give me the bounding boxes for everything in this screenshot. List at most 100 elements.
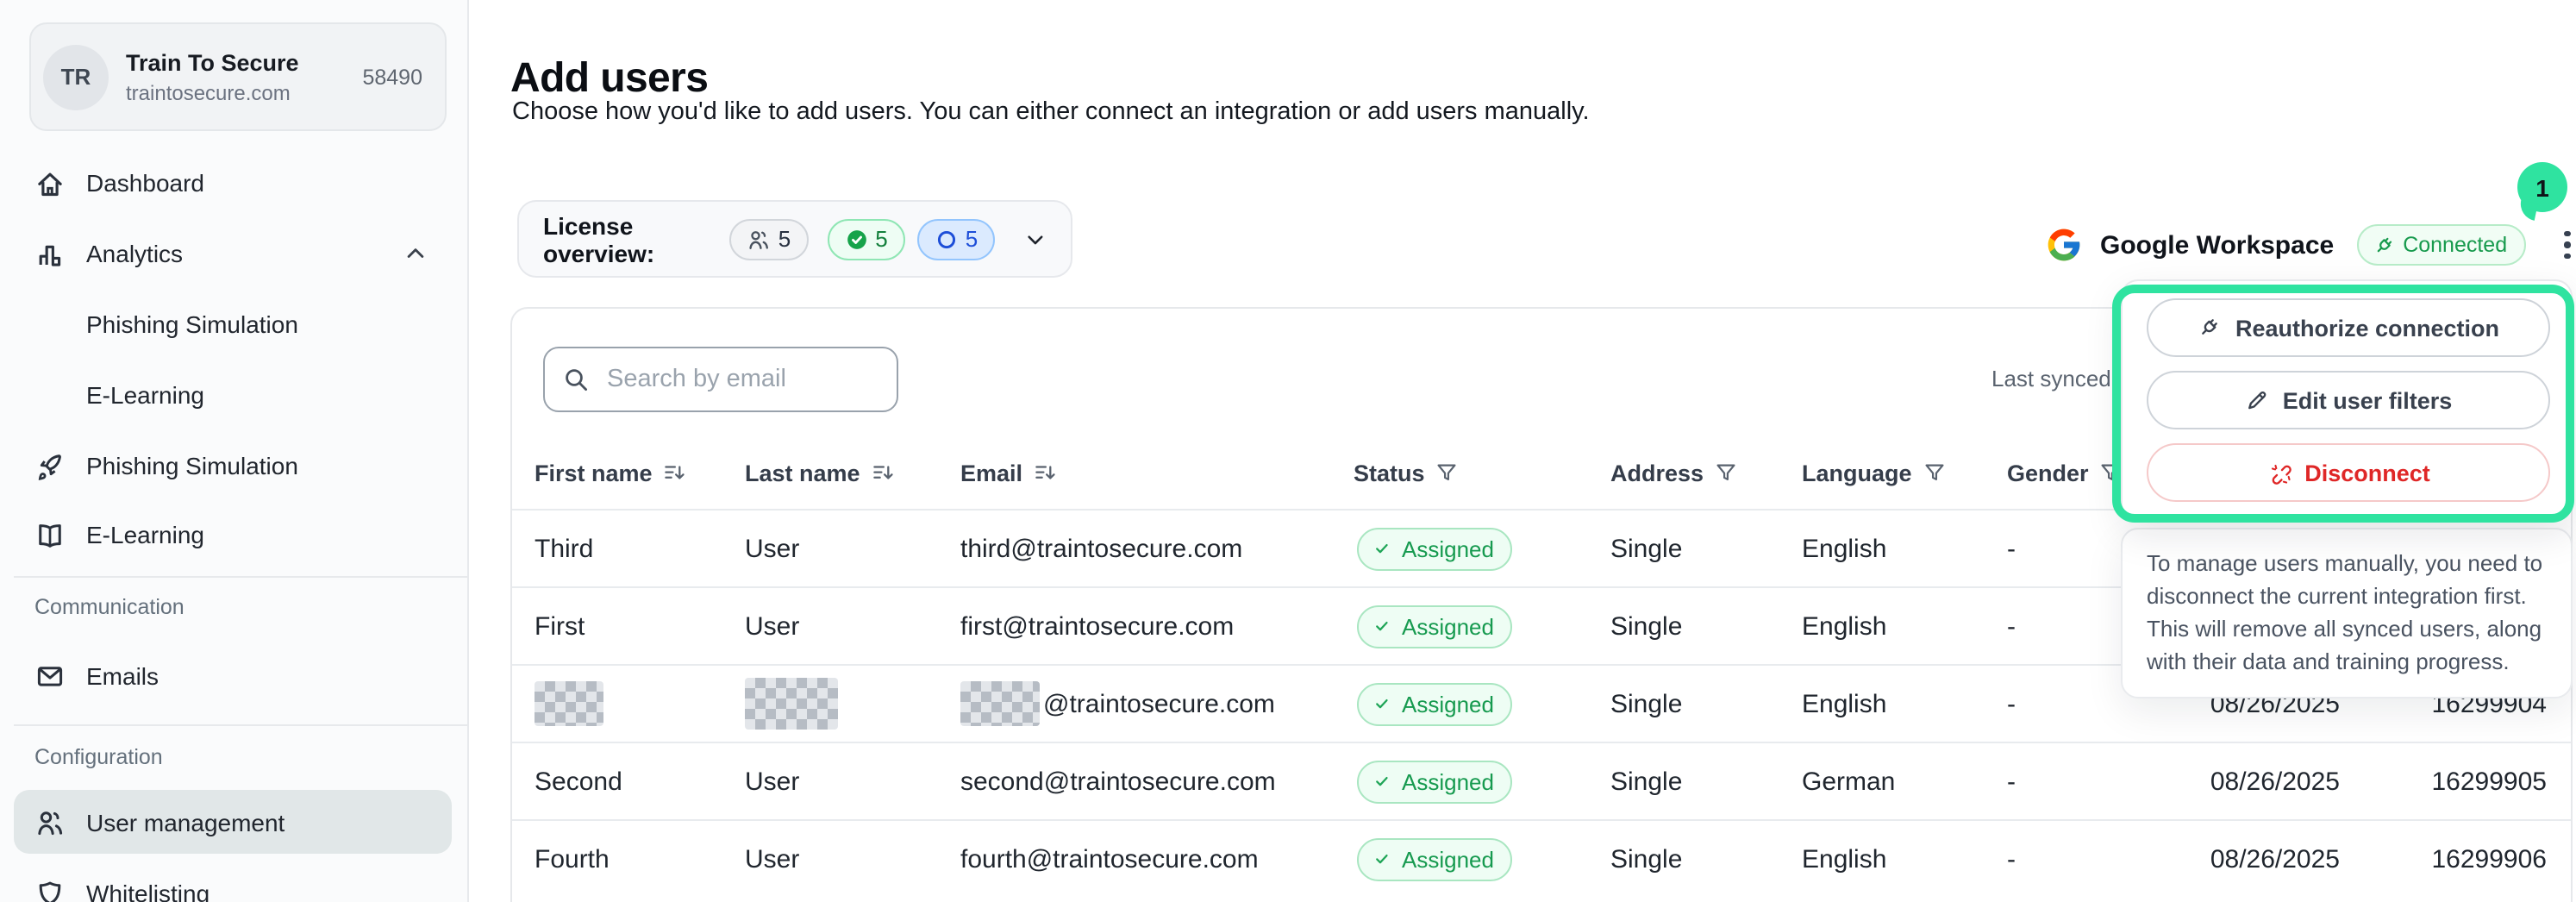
cell-status: Assigned bbox=[1357, 511, 1513, 586]
cell-first-name bbox=[535, 666, 603, 742]
google-logo-icon bbox=[2045, 226, 2083, 264]
column-header-last-name[interactable]: Last name bbox=[745, 440, 895, 505]
workspace-switcher[interactable]: TR Train To Secure traintosecure.com 584… bbox=[29, 22, 447, 131]
sidebar-item-analytics-phishing-simulation[interactable]: Phishing Simulation bbox=[14, 293, 452, 355]
cell-email: third@traintosecure.com bbox=[960, 511, 1242, 586]
cell-user-id: 16299906 bbox=[2340, 821, 2547, 897]
cell-first-name: Second bbox=[535, 743, 622, 819]
cell-gender: - bbox=[2007, 588, 2016, 664]
app-window: TR Train To Secure traintosecure.com 584… bbox=[0, 0, 2576, 902]
sidebar-item-dashboard[interactable]: Dashboard bbox=[14, 152, 452, 214]
sidebar-item-label: Analytics bbox=[86, 240, 183, 267]
column-header-language[interactable]: Language bbox=[1802, 440, 1947, 505]
check-icon bbox=[1372, 771, 1393, 792]
table-row[interactable]: Second User second@traintosecure.com Ass… bbox=[512, 742, 2571, 819]
sidebar-item-label: Dashboard bbox=[86, 169, 204, 197]
cell-first-name: Fourth bbox=[535, 821, 610, 897]
sidebar-item-whitelisting[interactable]: Whitelisting bbox=[14, 862, 452, 902]
cell-address: Single bbox=[1610, 588, 1682, 664]
filter-icon[interactable] bbox=[1435, 460, 1460, 485]
table-row[interactable]: Fourth User fourth@traintosecure.com Ass… bbox=[512, 819, 2571, 897]
sidebar-item-emails[interactable]: Emails bbox=[14, 645, 452, 707]
sort-icon[interactable] bbox=[871, 460, 895, 485]
sidebar: TR Train To Secure traintosecure.com 584… bbox=[0, 0, 469, 902]
status-badge: Assigned bbox=[1357, 760, 1513, 803]
cell-address: Single bbox=[1610, 743, 1682, 819]
license-active-badge: 5 bbox=[827, 218, 904, 260]
disconnect-button[interactable]: Disconnect bbox=[2147, 443, 2550, 502]
workspace-info: Train To Secure traintosecure.com bbox=[126, 49, 345, 104]
cell-address: Single bbox=[1610, 821, 1682, 897]
workspace-avatar: TR bbox=[43, 44, 109, 110]
cell-first-name: Third bbox=[535, 511, 593, 586]
sidebar-item-e-learning[interactable]: E-Learning bbox=[14, 504, 452, 566]
redacted-last-name bbox=[745, 678, 838, 730]
cell-last-name: User bbox=[745, 743, 799, 819]
integration-menu-button[interactable] bbox=[2554, 226, 2576, 264]
chevron-up-icon[interactable] bbox=[403, 241, 428, 266]
sidebar-item-analytics[interactable]: Analytics bbox=[14, 222, 452, 285]
sidebar-item-analytics-e-learning[interactable]: E-Learning bbox=[14, 364, 452, 426]
status-badge: Assigned bbox=[1357, 682, 1513, 725]
filter-icon[interactable] bbox=[2099, 460, 2123, 485]
shield-icon bbox=[34, 878, 66, 902]
license-available-value: 5 bbox=[966, 226, 978, 252]
status-label: Assigned bbox=[1402, 536, 1494, 561]
mail-icon bbox=[34, 661, 66, 692]
column-header-status[interactable]: Status bbox=[1354, 440, 1460, 505]
column-header-label: Status bbox=[1354, 460, 1425, 485]
status-badge: Assigned bbox=[1357, 837, 1513, 880]
edit-user-filters-button[interactable]: Edit user filters bbox=[2147, 371, 2550, 429]
status-label: Assigned bbox=[1402, 846, 1494, 872]
column-header-label: Gender bbox=[2007, 460, 2089, 485]
sidebar-item-label: E-Learning bbox=[86, 381, 204, 409]
search-box[interactable] bbox=[543, 347, 898, 412]
cell-status: Assigned bbox=[1357, 588, 1513, 664]
column-header-gender[interactable]: Gender bbox=[2007, 440, 2123, 505]
search-icon bbox=[562, 366, 590, 393]
workspace-count: 58490 bbox=[362, 65, 422, 89]
filter-icon[interactable] bbox=[1714, 460, 1738, 485]
sidebar-item-label: Phishing Simulation bbox=[86, 310, 298, 338]
connected-status-badge: Connected bbox=[2356, 224, 2526, 266]
status-badge: Assigned bbox=[1357, 604, 1513, 648]
integration-row: Google Workspace Connected bbox=[2045, 219, 2576, 271]
cell-last-name: User bbox=[745, 511, 799, 586]
column-header-email[interactable]: Email bbox=[960, 440, 1057, 505]
check-circle-icon bbox=[844, 227, 868, 251]
column-header-first-name[interactable]: First name bbox=[535, 440, 687, 505]
sidebar-item-phishing-simulation[interactable]: Phishing Simulation bbox=[14, 435, 452, 497]
cell-language: German bbox=[1802, 743, 1895, 819]
plug-icon bbox=[2198, 316, 2222, 340]
integration-name: Google Workspace bbox=[2100, 230, 2334, 260]
license-overview-bar[interactable]: License overview: 5 5 5 bbox=[517, 200, 1072, 278]
filter-icon[interactable] bbox=[1923, 460, 1947, 485]
sort-icon[interactable] bbox=[1033, 460, 1057, 485]
chevron-down-icon[interactable] bbox=[1024, 225, 1047, 253]
column-header-label: Language bbox=[1802, 460, 1912, 485]
status-label: Assigned bbox=[1402, 768, 1494, 794]
sidebar-item-label: Emails bbox=[86, 662, 159, 690]
reauthorize-connection-label: Reauthorize connection bbox=[2235, 315, 2499, 341]
check-icon bbox=[1372, 538, 1393, 559]
column-header-label: First name bbox=[535, 460, 653, 485]
pencil-icon bbox=[2245, 388, 2269, 412]
cell-language: English bbox=[1802, 588, 1886, 664]
cell-gender: - bbox=[2007, 821, 2016, 897]
search-input[interactable] bbox=[603, 364, 879, 395]
sort-icon[interactable] bbox=[663, 460, 687, 485]
cell-status: Assigned bbox=[1357, 821, 1513, 897]
sidebar-item-label: User management bbox=[86, 808, 284, 836]
column-header-address[interactable]: Address bbox=[1610, 440, 1738, 505]
license-overview-label: License overview: bbox=[543, 211, 711, 266]
column-header-label: Email bbox=[960, 460, 1022, 485]
cell-last-name: User bbox=[745, 588, 799, 664]
last-synced-label: Last synced bbox=[1991, 366, 2119, 391]
sidebar-item-user-management[interactable]: User management bbox=[14, 790, 452, 854]
reauthorize-connection-button[interactable]: Reauthorize connection bbox=[2147, 298, 2550, 357]
connected-status-label: Connected bbox=[2403, 233, 2507, 257]
cell-language: English bbox=[1802, 511, 1886, 586]
license-total-value: 5 bbox=[778, 226, 791, 252]
cell-first-name: First bbox=[535, 588, 585, 664]
license-total-badge: 5 bbox=[730, 218, 808, 260]
